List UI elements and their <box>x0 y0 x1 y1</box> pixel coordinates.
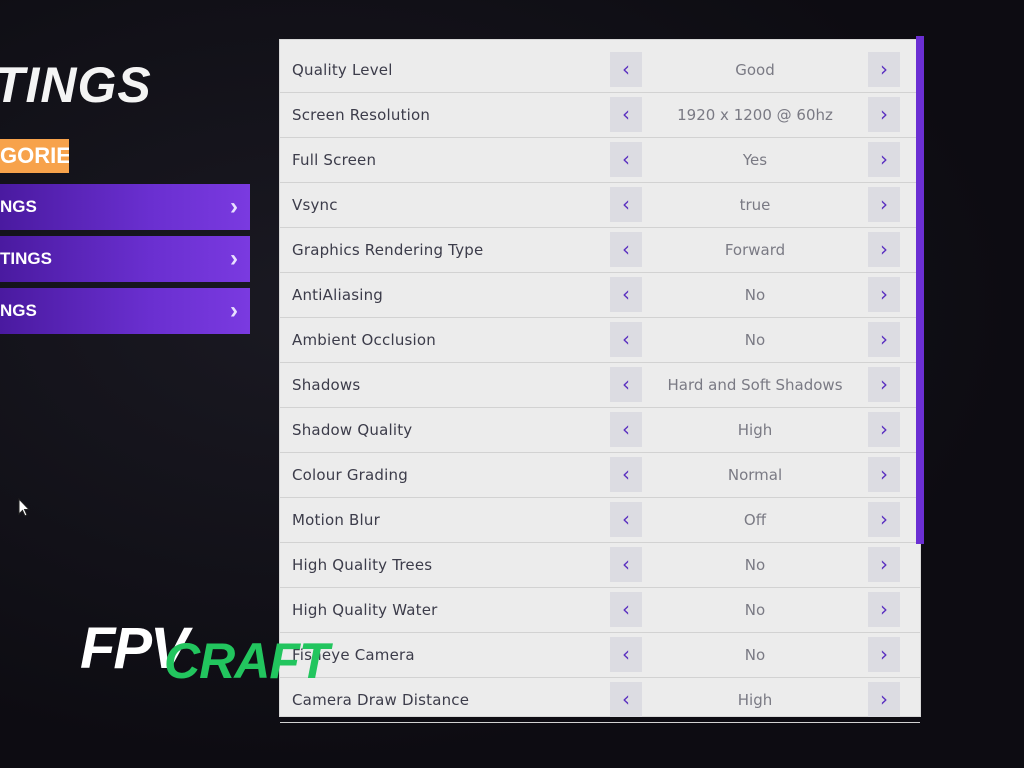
next-option-button[interactable]: › <box>868 547 900 582</box>
setting-label: Screen Resolution <box>292 106 431 124</box>
setting-value: Yes <box>742 151 768 169</box>
setting-value: Forward <box>724 241 786 259</box>
previous-option-button[interactable]: ‹ <box>610 277 642 312</box>
setting-value: Normal <box>727 466 783 484</box>
previous-option-button[interactable]: ‹ <box>610 457 642 492</box>
next-option-button[interactable]: › <box>868 592 900 627</box>
setting-value: High <box>737 421 773 439</box>
setting-label: Motion Blur <box>292 511 380 529</box>
next-option-button[interactable]: › <box>868 187 900 222</box>
panel-scrollbar[interactable] <box>916 36 924 544</box>
next-option-button[interactable]: › <box>868 502 900 537</box>
setting-row: Camera Draw Distance ‹ High › <box>280 678 920 723</box>
next-option-button[interactable]: › <box>868 52 900 87</box>
setting-row: Graphics Rendering Type ‹ Forward › <box>280 228 920 273</box>
category-item-label: TINGS <box>0 249 52 268</box>
next-option-button[interactable]: › <box>868 457 900 492</box>
setting-value: Off <box>743 511 767 529</box>
next-option-button[interactable]: › <box>868 232 900 267</box>
previous-option-button[interactable]: ‹ <box>610 502 642 537</box>
setting-label: Full Screen <box>292 151 377 169</box>
previous-option-button[interactable]: ‹ <box>610 232 642 267</box>
previous-option-button[interactable]: ‹ <box>610 367 642 402</box>
mouse-cursor-icon <box>18 498 30 517</box>
setting-value: No <box>744 601 766 619</box>
settings-panel: Quality Level ‹ Good › Screen Resolution ‹ 192… <box>280 40 920 723</box>
setting-value: No <box>744 286 766 304</box>
setting-row: High Quality Trees ‹ No › <box>280 543 920 588</box>
category-item-3[interactable]: NGS › <box>0 288 250 334</box>
logo-craft-text: CRAFT <box>164 633 329 689</box>
previous-option-button[interactable]: ‹ <box>610 322 642 357</box>
setting-value: Good <box>735 61 775 79</box>
setting-value: No <box>744 556 766 574</box>
next-option-button[interactable]: › <box>868 277 900 312</box>
chevron-right-icon: › <box>230 245 238 272</box>
setting-label: Quality Level <box>292 61 393 79</box>
previous-option-button[interactable]: ‹ <box>610 142 642 177</box>
setting-row: AntiAliasing ‹ No › <box>280 273 920 318</box>
setting-row: Ambient Occlusion ‹ No › <box>280 318 920 363</box>
page-title: TINGS <box>0 57 152 113</box>
next-option-button[interactable]: › <box>868 412 900 447</box>
setting-label: Vsync <box>292 196 338 214</box>
categories-badge: GORIES <box>0 139 69 173</box>
category-item-1[interactable]: NGS › <box>0 184 250 230</box>
setting-label: Shadows <box>292 376 361 394</box>
previous-option-button[interactable]: ‹ <box>610 412 642 447</box>
setting-label: High Quality Water <box>292 601 438 619</box>
previous-option-button[interactable]: ‹ <box>610 682 642 717</box>
next-option-button[interactable]: › <box>868 682 900 717</box>
setting-row: Motion Blur ‹ Off › <box>280 498 920 543</box>
setting-value: High <box>737 691 773 709</box>
setting-row: Vsync ‹ true › <box>280 183 920 228</box>
chevron-right-icon: › <box>230 193 238 220</box>
setting-value: Hard and Soft Shadows <box>667 376 843 394</box>
setting-value: No <box>744 646 766 664</box>
next-option-button[interactable]: › <box>868 637 900 672</box>
next-option-button[interactable]: › <box>868 97 900 132</box>
chevron-right-icon: › <box>230 297 238 324</box>
previous-option-button[interactable]: ‹ <box>610 52 642 87</box>
setting-label: AntiAliasing <box>292 286 384 304</box>
previous-option-button[interactable]: ‹ <box>610 187 642 222</box>
fpvcraft-logo: FPV CRAFT <box>80 618 329 690</box>
previous-option-button[interactable]: ‹ <box>610 97 642 132</box>
previous-option-button[interactable]: ‹ <box>610 592 642 627</box>
setting-row: Full Screen ‹ Yes › <box>280 138 920 183</box>
category-item-label: NGS <box>0 301 37 320</box>
setting-value: true <box>739 196 771 214</box>
setting-row: Colour Grading ‹ Normal › <box>280 453 920 498</box>
setting-row: Screen Resolution ‹ 1920 x 1200 @ 60hz › <box>280 93 920 138</box>
setting-label: Ambient Occlusion <box>292 331 436 349</box>
next-option-button[interactable]: › <box>868 322 900 357</box>
setting-label: Shadow Quality <box>292 421 413 439</box>
next-option-button[interactable]: › <box>868 142 900 177</box>
setting-row: Shadows ‹ Hard and Soft Shadows › <box>280 363 920 408</box>
next-option-button[interactable]: › <box>868 367 900 402</box>
previous-option-button[interactable]: ‹ <box>610 547 642 582</box>
setting-value: 1920 x 1200 @ 60hz <box>677 106 833 124</box>
setting-row: Shadow Quality ‹ High › <box>280 408 920 453</box>
previous-option-button[interactable]: ‹ <box>610 637 642 672</box>
setting-label: High Quality Trees <box>292 556 433 574</box>
setting-value: No <box>744 331 766 349</box>
setting-row: High Quality Water ‹ No › <box>280 588 920 633</box>
setting-label: Graphics Rendering Type <box>292 241 484 259</box>
category-item-2[interactable]: TINGS › <box>0 236 250 282</box>
category-item-label: NGS <box>0 197 37 216</box>
setting-row: Fisheye Camera ‹ No › <box>280 633 920 678</box>
setting-row: Quality Level ‹ Good › <box>280 48 920 93</box>
setting-label: Colour Grading <box>292 466 408 484</box>
